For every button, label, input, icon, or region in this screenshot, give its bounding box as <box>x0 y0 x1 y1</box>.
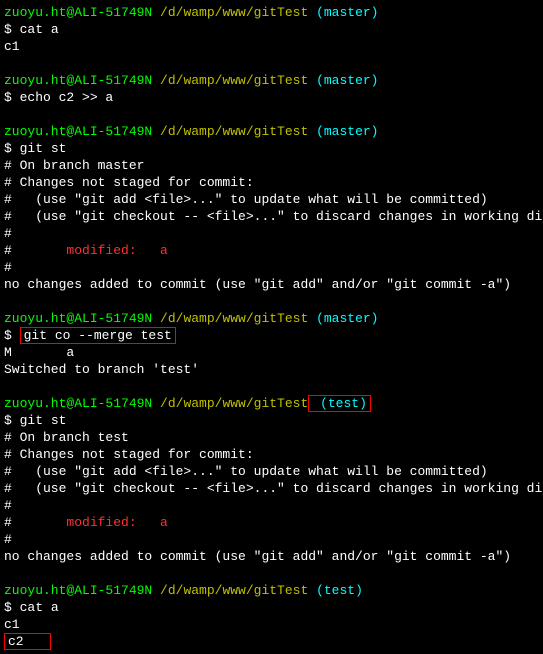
blank-line <box>4 565 539 582</box>
output-line: # Changes not staged for commit: <box>4 174 539 191</box>
output-line: c2 <box>4 633 539 650</box>
path: /d/wamp/www/gitTest <box>152 583 308 598</box>
highlight-box: c2 <box>4 633 51 650</box>
user: zuoyu.ht@ALI-51749N <box>4 311 152 326</box>
branch: (master) <box>308 5 378 20</box>
command-text: cat a <box>20 22 59 37</box>
user: zuoyu.ht@ALI-51749N <box>4 124 152 139</box>
path: /d/wamp/www/gitTest <box>152 73 308 88</box>
branch: (test) <box>308 583 363 598</box>
prompt-line: zuoyu.ht@ALI-51749N /d/wamp/www/gitTest … <box>4 310 539 327</box>
path: /d/wamp/www/gitTest <box>152 124 308 139</box>
user: zuoyu.ht@ALI-51749N <box>4 5 152 20</box>
modified-file: modified: a <box>66 243 167 258</box>
prompt-line: zuoyu.ht@ALI-51749N /d/wamp/www/gitTest … <box>4 582 539 599</box>
prompt-symbol: $ <box>4 328 20 343</box>
command-line: $ echo c2 >> a <box>4 89 539 106</box>
output-line: # On branch test <box>4 429 539 446</box>
output-line: # (use "git checkout -- <file>..." to di… <box>4 208 539 225</box>
path: /d/wamp/www/gitTest <box>152 396 308 411</box>
command-text: echo c2 >> a <box>20 90 114 105</box>
prompt-symbol: $ <box>4 141 20 156</box>
prompt-line: zuoyu.ht@ALI-51749N /d/wamp/www/gitTest … <box>4 395 539 412</box>
highlight-box: (test) <box>308 395 371 412</box>
output-line: no changes added to commit (use "git add… <box>4 548 539 565</box>
output-line: M a <box>4 344 539 361</box>
output-line: # <box>4 497 539 514</box>
branch: (master) <box>308 73 378 88</box>
output-line: Switched to branch 'test' <box>4 361 539 378</box>
command-line: $ git st <box>4 140 539 157</box>
command-line: $ cat a <box>4 599 539 616</box>
branch: (master) <box>308 124 378 139</box>
modified-file: modified: a <box>66 515 167 530</box>
blank-line <box>4 55 539 72</box>
command-line: $ git co --merge test <box>4 327 539 344</box>
comment-hash: # <box>4 515 66 530</box>
output-line: # <box>4 531 539 548</box>
output-line: # (use "git add <file>..." to update wha… <box>4 463 539 480</box>
comment-hash: # <box>4 243 66 258</box>
command-text: cat a <box>20 600 59 615</box>
output-text: c2 <box>8 634 24 649</box>
path: /d/wamp/www/gitTest <box>152 311 308 326</box>
command-line: $ git st <box>4 412 539 429</box>
user: zuoyu.ht@ALI-51749N <box>4 396 152 411</box>
prompt-symbol: $ <box>4 600 20 615</box>
prompt-symbol: $ <box>4 90 20 105</box>
command-text: git st <box>20 413 67 428</box>
command-text: git co --merge test <box>24 328 172 343</box>
prompt-symbol: $ <box>4 22 20 37</box>
prompt-symbol: $ <box>4 413 20 428</box>
output-line: c1 <box>4 38 539 55</box>
output-line: # modified: a <box>4 242 539 259</box>
output-line: # (use "git add <file>..." to update wha… <box>4 191 539 208</box>
command-text: git st <box>20 141 67 156</box>
output-line: # Changes not staged for commit: <box>4 446 539 463</box>
user: zuoyu.ht@ALI-51749N <box>4 583 152 598</box>
command-line: $ cat a <box>4 21 539 38</box>
output-line: # On branch master <box>4 157 539 174</box>
prompt-line: zuoyu.ht@ALI-51749N /d/wamp/www/gitTest … <box>4 4 539 21</box>
output-line: # <box>4 225 539 242</box>
blank-line <box>4 293 539 310</box>
prompt-line: zuoyu.ht@ALI-51749N /d/wamp/www/gitTest … <box>4 72 539 89</box>
path: /d/wamp/www/gitTest <box>152 5 308 20</box>
output-line: # modified: a <box>4 514 539 531</box>
branch: (test) <box>312 396 367 411</box>
output-line: c1 <box>4 616 539 633</box>
blank-line <box>4 106 539 123</box>
highlight-box: git co --merge test <box>20 327 176 344</box>
user: zuoyu.ht@ALI-51749N <box>4 73 152 88</box>
output-line: # <box>4 259 539 276</box>
output-line: no changes added to commit (use "git add… <box>4 276 539 293</box>
output-line: # (use "git checkout -- <file>..." to di… <box>4 480 539 497</box>
branch: (master) <box>308 311 378 326</box>
prompt-line: zuoyu.ht@ALI-51749N /d/wamp/www/gitTest … <box>4 123 539 140</box>
blank-line <box>4 378 539 395</box>
